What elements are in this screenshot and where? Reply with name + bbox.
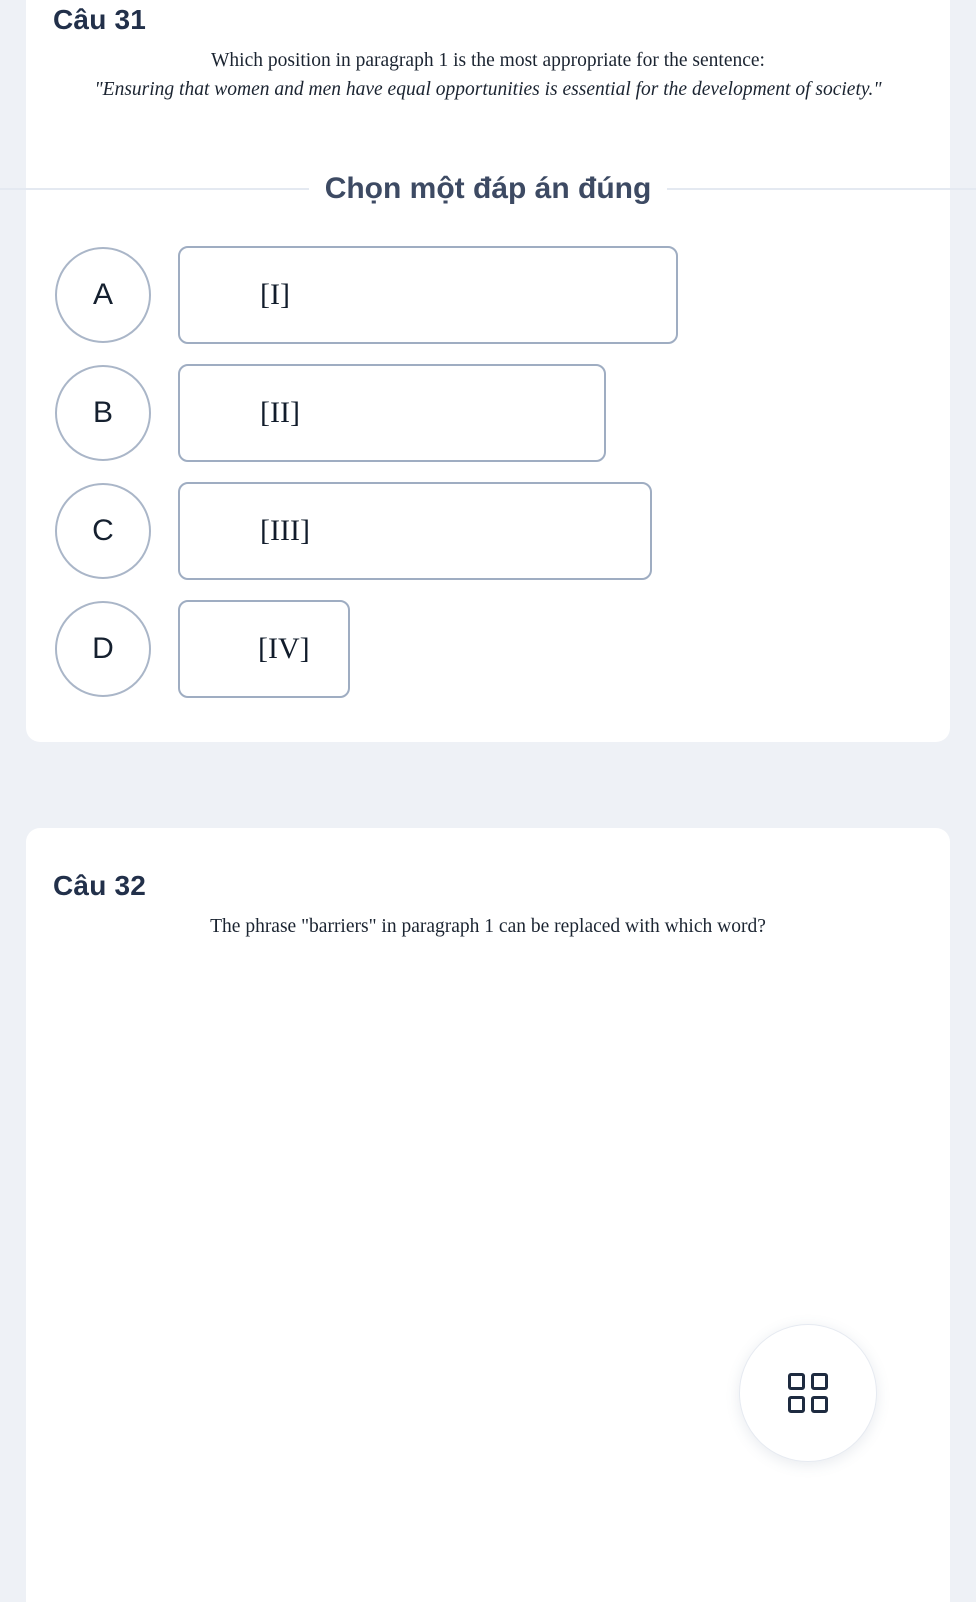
option-text-box[interactable]: [IV]	[178, 600, 350, 698]
answer-option-c[interactable]: C [III]	[26, 472, 950, 590]
answer-instruction-label: Chọn một đáp án đúng	[324, 172, 652, 205]
answer-options-list: A [I] B [II] C [III] D [IV]	[26, 236, 950, 708]
answer-option-b[interactable]: B [II]	[26, 354, 950, 472]
option-letter-badge[interactable]: D	[55, 601, 151, 697]
grid-apps-icon	[788, 1373, 828, 1413]
quiz-page: Câu 31 Which position in paragraph 1 is …	[0, 0, 976, 1602]
question-prompt: Which position in paragraph 1 is the mos…	[26, 36, 950, 105]
question-title: Câu 32	[53, 870, 147, 901]
divider-line-right	[667, 188, 976, 190]
option-letter-badge[interactable]: C	[55, 483, 151, 579]
divider-line-left	[0, 188, 309, 190]
option-letter-badge[interactable]: B	[55, 365, 151, 461]
option-text-box[interactable]: [I]	[178, 246, 678, 344]
question-navigator-fab[interactable]	[739, 1324, 877, 1462]
answer-option-d[interactable]: D [IV]	[26, 590, 950, 708]
option-text-box[interactable]: [III]	[178, 482, 652, 580]
answer-option-a[interactable]: A [I]	[26, 236, 950, 354]
option-text-box[interactable]: [II]	[178, 364, 606, 462]
question-prompt: The phrase "barriers" in paragraph 1 can…	[26, 902, 950, 941]
question-card-32: Câu 32 The phrase "barriers" in paragrap…	[26, 828, 950, 1602]
question-title: Câu 31	[53, 4, 147, 35]
question-card-31: Câu 31 Which position in paragraph 1 is …	[0, 0, 976, 742]
grid-cell-top-right	[811, 1373, 828, 1390]
question-prompt-line-1: Which position in paragraph 1 is the mos…	[211, 50, 765, 71]
grid-cell-top-left	[788, 1373, 805, 1390]
question-prompt-line-1: The phrase "barriers" in paragraph 1 can…	[210, 916, 766, 937]
answer-instruction-divider: Chọn một đáp án đúng	[0, 172, 976, 206]
grid-cell-bottom-right	[811, 1396, 828, 1413]
option-letter-badge[interactable]: A	[55, 247, 151, 343]
grid-cell-bottom-left	[788, 1396, 805, 1413]
question-prompt-line-2: "Ensuring that women and men have equal …	[94, 79, 882, 101]
